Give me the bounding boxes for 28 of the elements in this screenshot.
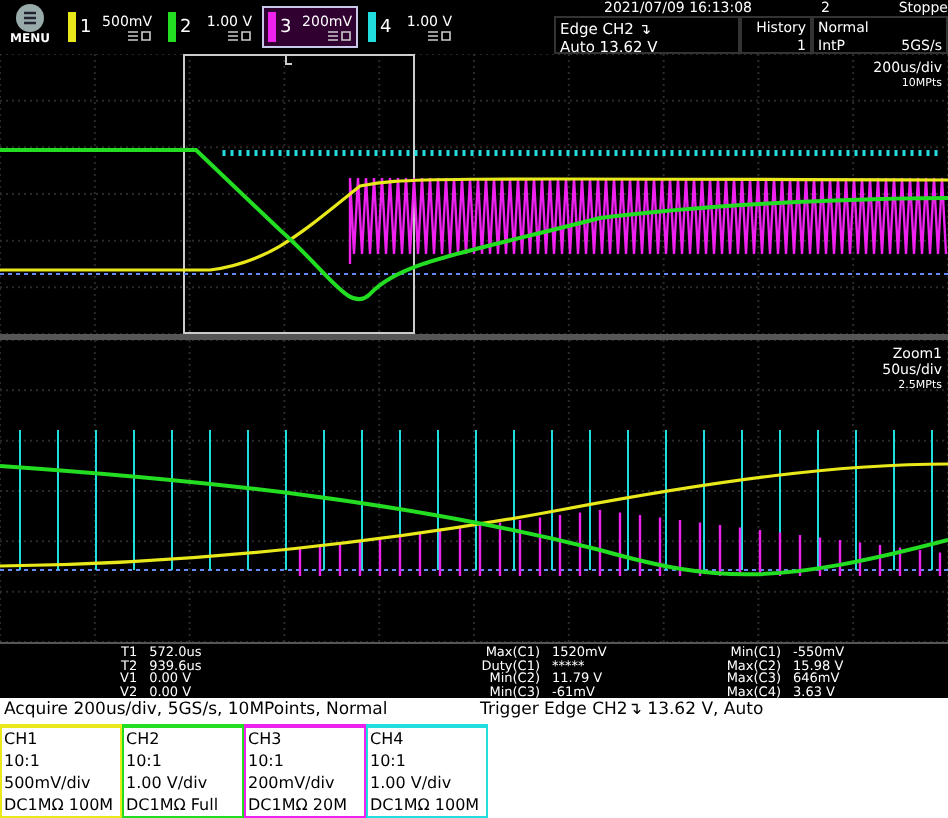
trigger-status: Trigger Edge CH2↴ 13.62 V, Auto — [480, 698, 764, 724]
channel-probe: 10:1 — [126, 750, 164, 772]
coupling-icon — [328, 29, 352, 41]
coupling-icon — [128, 29, 152, 41]
channel-scale: 500mV/div — [4, 772, 93, 794]
channel-name: CH3 — [248, 728, 284, 750]
channel-probe: 10:1 — [248, 750, 286, 772]
acquire-status: Acquire 200us/div, 5GS/s, 10MPoints, Normal — [2, 698, 390, 724]
channel-number: 4 — [380, 17, 392, 37]
channel-number: 1 — [80, 17, 92, 37]
channel-number: 2 — [180, 17, 192, 37]
channel-scale: 200mV/div — [248, 772, 337, 794]
channel-name: CH2 — [126, 728, 162, 750]
channel-number: 3 — [280, 17, 292, 37]
trigger-marker — [285, 55, 293, 65]
channel-name: CH4 — [370, 728, 406, 750]
channel-scale: 1.00 V/div — [370, 772, 454, 794]
coupling-icon — [428, 29, 452, 41]
channel-probe: 10:1 — [4, 750, 42, 772]
channel-probe: 10:1 — [370, 750, 408, 772]
channel-coupling: DC1MΩ 100M — [370, 794, 482, 816]
channel-coupling: DC1MΩ 20M — [248, 794, 349, 816]
coupling-icon — [228, 29, 252, 41]
menu-icon — [16, 4, 44, 32]
channel-name: CH1 — [4, 728, 40, 750]
channel-coupling: DC1MΩ Full — [126, 794, 221, 816]
channel-scale: 1.00 V/div — [126, 772, 210, 794]
channel-coupling: DC1MΩ 100M — [4, 794, 116, 816]
